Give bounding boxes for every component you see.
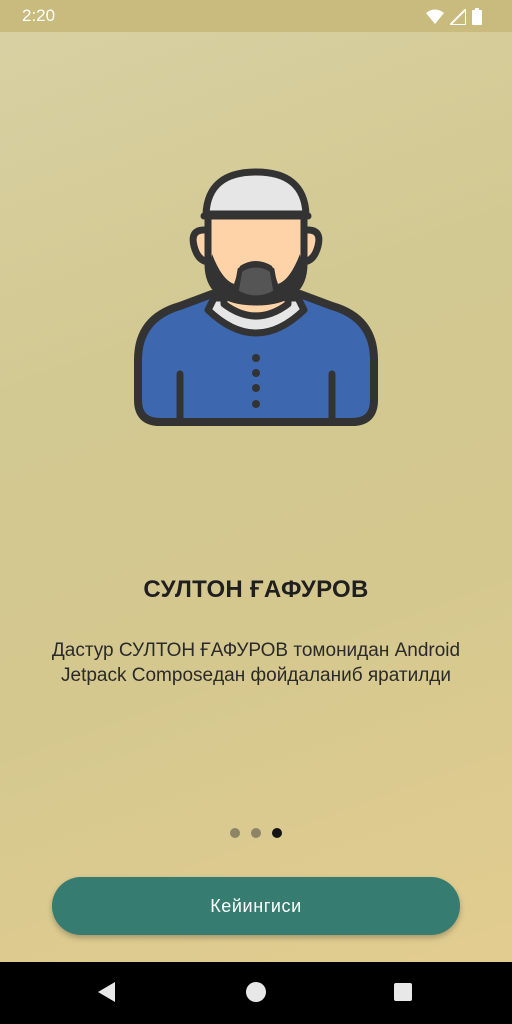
status-icons	[426, 8, 482, 25]
home-icon[interactable]	[245, 981, 267, 1003]
battery-icon	[472, 8, 482, 25]
signal-icon	[450, 8, 466, 25]
recents-icon[interactable]	[393, 981, 413, 1003]
pager-dot	[230, 828, 240, 838]
pager-dot-active	[272, 828, 282, 838]
status-time: 2:20	[22, 6, 56, 25]
onboarding-description: Дастур СУЛТОН ҒАФУРОВ томонидан Android …	[51, 640, 461, 686]
navigation-bar	[0, 962, 512, 1024]
man-avatar-illustration	[134, 168, 378, 426]
status-bar: 2:20	[0, 0, 512, 32]
pager-indicator	[0, 828, 512, 838]
wifi-icon	[426, 9, 444, 24]
pager-dot	[251, 828, 261, 838]
next-button[interactable]: Кейингиси	[52, 877, 460, 935]
onboarding-title: СУЛТОН ҒАФУРОВ	[143, 576, 369, 603]
back-icon[interactable]	[97, 981, 117, 1003]
